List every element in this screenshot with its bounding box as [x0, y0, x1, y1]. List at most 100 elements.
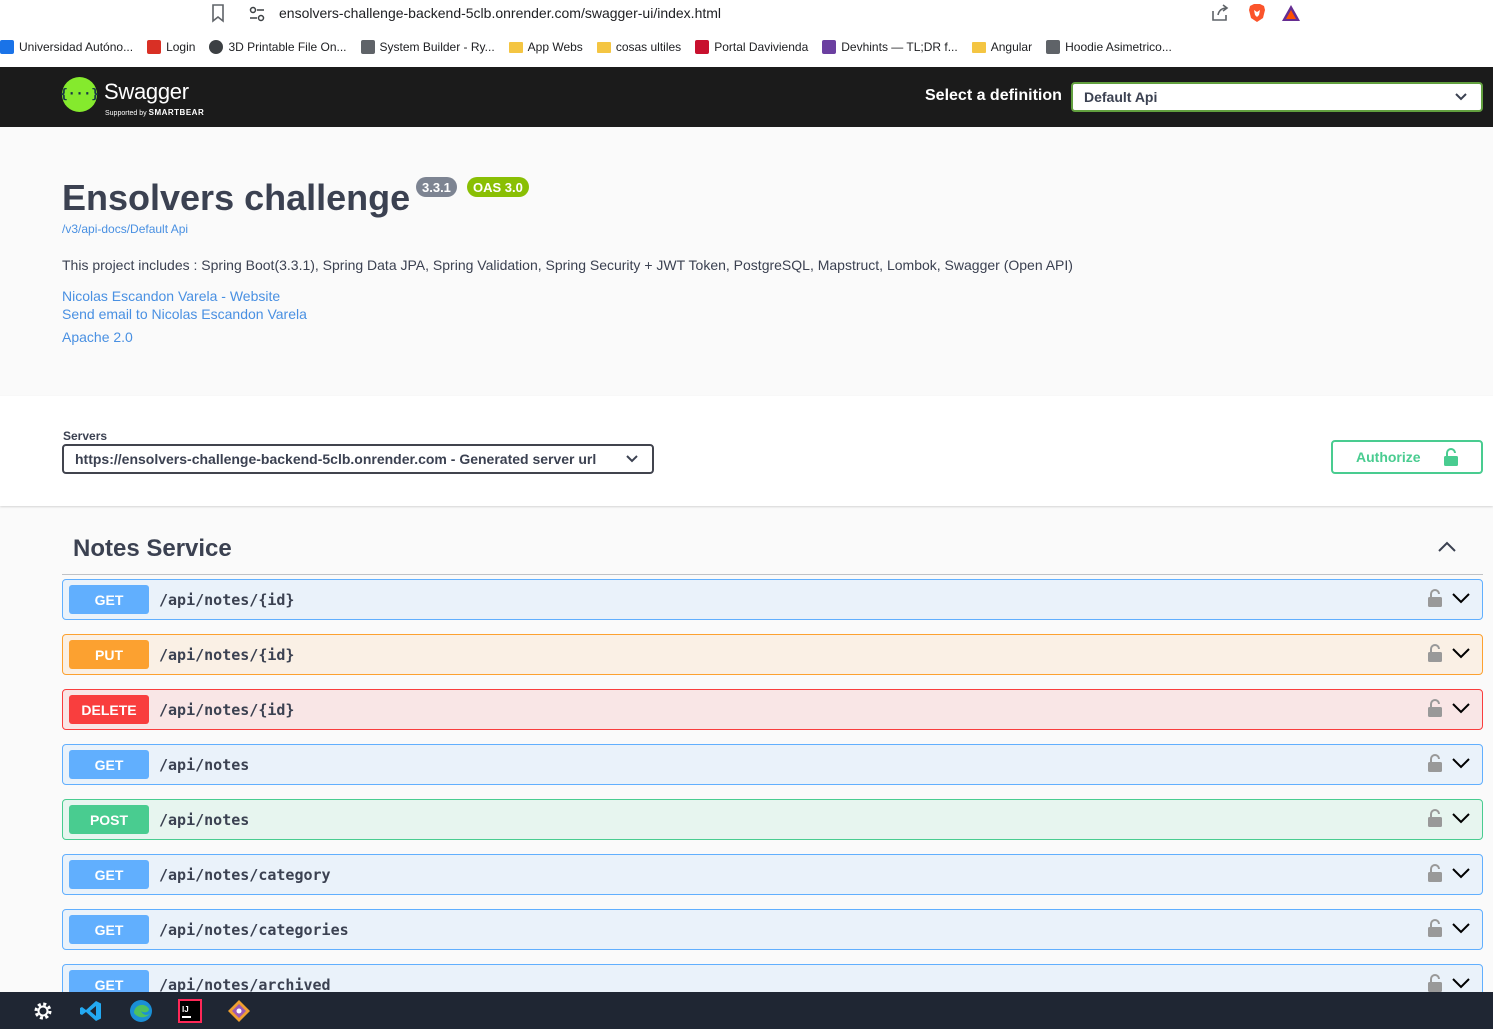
license-link[interactable]: Apache 2.0	[62, 329, 133, 345]
method-badge: DELETE	[69, 695, 149, 724]
bookmarks-bar: Universidad Autóno... Login 3D Printable F…	[0, 35, 1493, 59]
bookmark-item[interactable]: cosas ultiles	[596, 40, 681, 54]
bookmark-label: Devhints — TL;DR f...	[841, 40, 958, 54]
lock-icon[interactable]	[1428, 699, 1442, 717]
operation-row[interactable]: GET/api/notes/category	[62, 854, 1483, 895]
bookmark-item[interactable]: 3D Printable File On...	[209, 40, 347, 54]
globe-icon	[209, 40, 224, 54]
lock-icon[interactable]	[1428, 919, 1442, 937]
bookmark-label: App Webs	[527, 40, 583, 54]
chevron-down-icon[interactable]	[1452, 867, 1470, 879]
os-taskbar: IJ	[0, 992, 1493, 1029]
operation-path: /api/notes/category	[159, 866, 331, 884]
svg-text:IJ: IJ	[182, 1005, 189, 1014]
brave-shield-icon[interactable]	[1247, 2, 1267, 24]
bookmark-item[interactable]: System Builder - Ry...	[360, 40, 495, 54]
operation-row[interactable]: PUT/api/notes/{id}	[62, 634, 1483, 675]
server-value: https://ensolvers-challenge-backend-5clb…	[75, 451, 597, 467]
operation-row[interactable]: POST/api/notes	[62, 799, 1483, 840]
login-site-icon	[147, 40, 162, 54]
lock-icon[interactable]	[1428, 864, 1442, 882]
edge-icon[interactable]	[129, 999, 153, 1023]
brave-rewards-icon[interactable]	[1281, 3, 1301, 23]
chevron-down-icon[interactable]	[1452, 592, 1470, 604]
tag-divider	[62, 574, 1483, 575]
version-badge: 3.3.1	[416, 177, 457, 197]
operation-row[interactable]: GET/api/notes	[62, 744, 1483, 785]
address-bar[interactable]: ensolvers-challenge-backend-5clb.onrende…	[240, 0, 1322, 28]
chevron-down-icon[interactable]	[1452, 977, 1470, 989]
bookmark-label: Angular	[990, 40, 1033, 54]
swagger-logo-icon: {···}	[60, 77, 99, 112]
method-badge: GET	[69, 860, 149, 889]
website-link[interactable]: Nicolas Escandon Varela - Website	[62, 288, 280, 304]
chevron-down-icon	[1455, 93, 1467, 101]
bookmark-item[interactable]: Portal Davivienda	[695, 40, 808, 54]
operation-path: /api/notes/{id}	[159, 701, 295, 719]
definition-label: Select a definition	[925, 87, 1062, 104]
git-icon[interactable]	[227, 999, 251, 1023]
bookmark-label: 3D Printable File On...	[228, 40, 347, 54]
server-select[interactable]: https://ensolvers-challenge-backend-5clb…	[62, 444, 654, 474]
bookmark-item[interactable]: App Webs	[508, 40, 583, 54]
operation-row[interactable]: GET/api/notes/categories	[62, 909, 1483, 950]
chevron-down-icon[interactable]	[1452, 757, 1470, 769]
settings-gear-icon[interactable]	[31, 999, 55, 1023]
chevron-down-icon[interactable]	[1452, 812, 1470, 824]
definition-value: Default Api	[1084, 89, 1158, 105]
method-badge: PUT	[69, 640, 149, 669]
method-badge: GET	[69, 750, 149, 779]
bookmark-label: Login	[166, 40, 196, 54]
chevron-down-icon[interactable]	[1452, 647, 1470, 659]
folder-icon	[508, 41, 523, 53]
method-badge: GET	[69, 915, 149, 944]
lock-icon[interactable]	[1428, 644, 1442, 662]
vscode-icon[interactable]	[79, 999, 103, 1023]
swagger-logo[interactable]: {···} Swagger Supported by SMARTBEAR	[60, 77, 212, 119]
lock-icon[interactable]	[1428, 809, 1442, 827]
devhints-icon	[822, 40, 837, 54]
tag-title[interactable]: Notes Service	[73, 535, 232, 563]
bookmark-item[interactable]: Universidad Autóno...	[0, 40, 133, 54]
bookmark-item[interactable]: Devhints — TL;DR f...	[822, 40, 958, 54]
logo-text: Swagger	[104, 79, 189, 104]
cube-icon	[360, 40, 375, 54]
folder-icon	[971, 41, 986, 53]
oas-badge: OAS 3.0	[467, 177, 529, 197]
servers-label: Servers	[63, 429, 108, 443]
authorize-button[interactable]: Authorize	[1331, 440, 1483, 474]
api-description: This project includes : Spring Boot(3.3.…	[62, 257, 1073, 273]
operation-row[interactable]: DELETE/api/notes/{id}	[62, 689, 1483, 730]
operation-path: /api/notes	[159, 756, 250, 774]
method-badge: POST	[69, 805, 149, 834]
intellij-icon[interactable]: IJ	[178, 999, 202, 1023]
lock-icon[interactable]	[1428, 589, 1442, 607]
chevron-down-icon[interactable]	[1452, 922, 1470, 934]
bookmark-item[interactable]: Hoodie Asimetrico...	[1046, 40, 1172, 54]
lock-icon[interactable]	[1428, 754, 1442, 772]
bookmark-label: Universidad Autóno...	[19, 40, 134, 54]
site-settings-icon[interactable]	[248, 5, 266, 23]
share-icon[interactable]	[1210, 3, 1230, 23]
authorize-label: Authorize	[1356, 449, 1421, 465]
bookmark-item[interactable]: Login	[147, 40, 195, 54]
bookmark-item[interactable]: Angular	[971, 40, 1033, 54]
logo-subtitle: Supported by SMARTBEAR	[105, 108, 205, 117]
api-docs-link[interactable]: /v3/api-docs/Default Api	[62, 222, 188, 236]
chevron-up-icon[interactable]	[1437, 540, 1457, 554]
folder-icon	[596, 41, 611, 53]
chevron-down-icon[interactable]	[1452, 702, 1470, 714]
bookmark-label: Hoodie Asimetrico...	[1065, 40, 1172, 54]
email-link[interactable]: Send email to Nicolas Escandon Varela	[62, 306, 307, 322]
method-badge: GET	[69, 585, 149, 614]
lock-icon[interactable]	[1428, 974, 1442, 992]
bookmark-icon[interactable]	[209, 3, 227, 23]
url-text[interactable]: ensolvers-challenge-backend-5clb.onrende…	[279, 5, 721, 21]
operation-path: /api/notes	[159, 811, 250, 829]
browser-chrome: ensolvers-challenge-backend-5clb.onrende…	[0, 0, 1493, 67]
operation-row[interactable]: GET/api/notes/{id}	[62, 579, 1483, 620]
davivienda-icon	[695, 40, 710, 54]
definition-select[interactable]: Default Api	[1071, 82, 1483, 112]
operation-path: /api/notes/categories	[159, 921, 349, 939]
hanger-icon	[1046, 40, 1061, 54]
